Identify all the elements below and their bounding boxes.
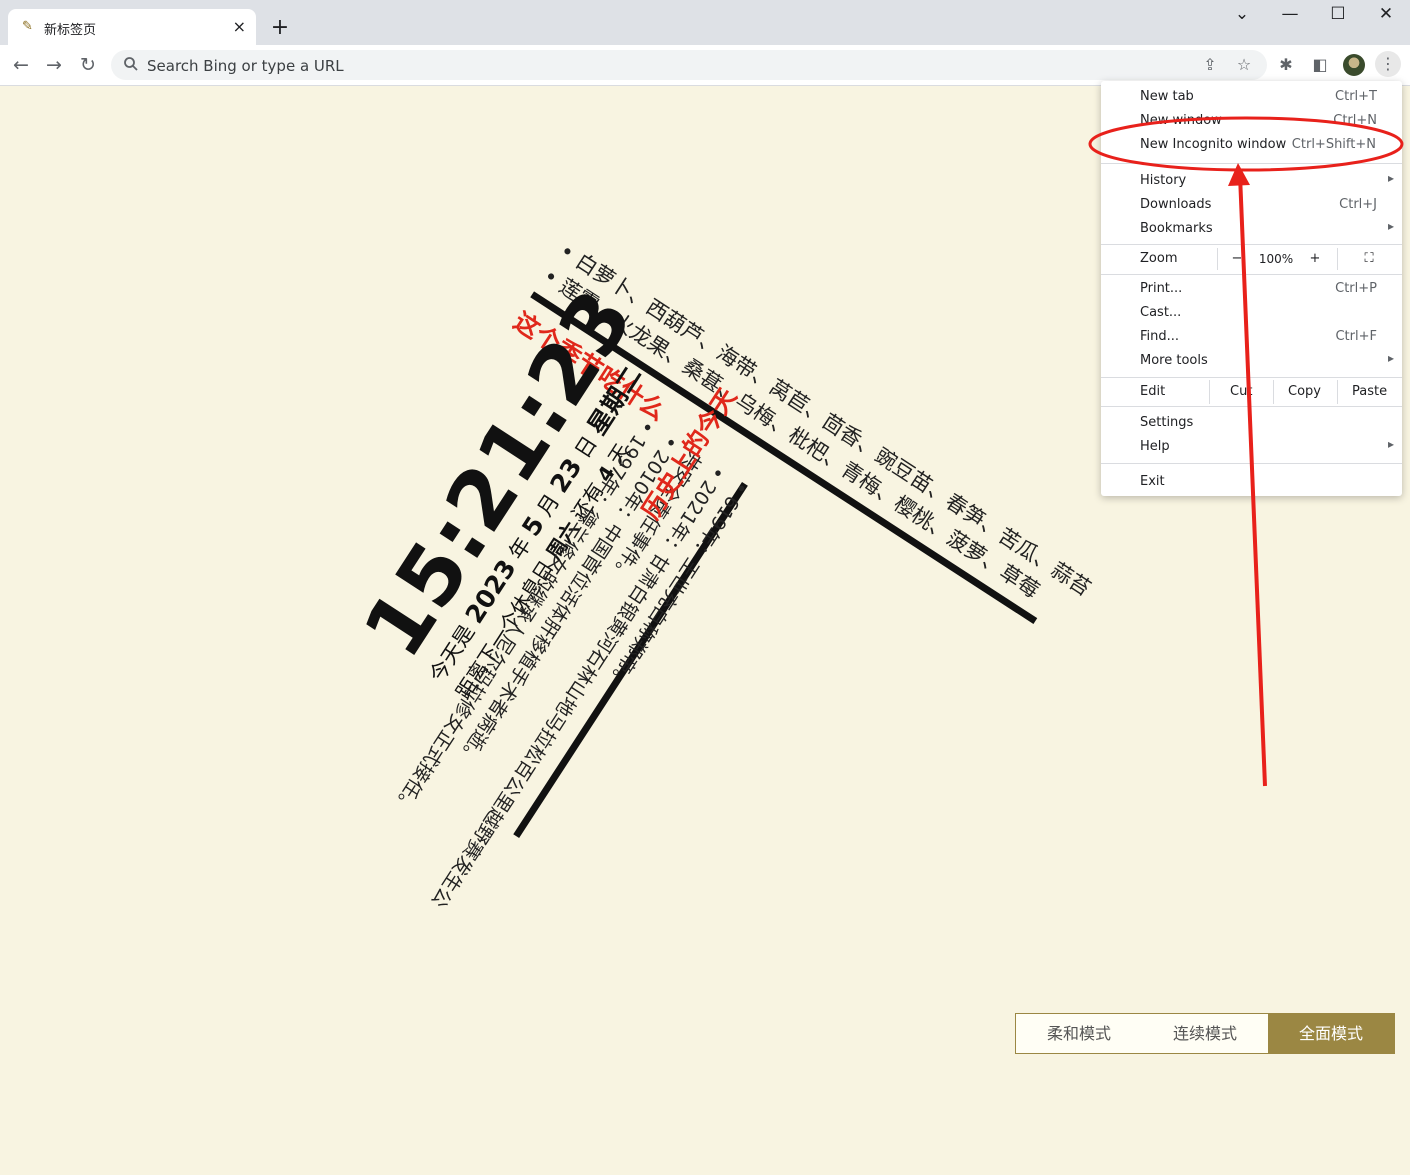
reload-button[interactable]: ↻ xyxy=(76,53,100,77)
menu-kebab-icon[interactable]: ⋮ xyxy=(1375,51,1401,77)
menu-separator xyxy=(1101,463,1402,464)
menu-item-shortcut: Ctrl+Shift+N xyxy=(1291,137,1376,152)
menu-item-shortcut: Ctrl+J xyxy=(1339,197,1377,212)
submenu-arrow-icon: ▸ xyxy=(1387,437,1394,451)
menu-item-label: Exit xyxy=(1140,474,1165,489)
submenu-arrow-icon: ▸ xyxy=(1387,219,1394,233)
menu-item-label: New Incognito window xyxy=(1140,137,1287,152)
tab-title: 新标签页 xyxy=(44,23,97,38)
zoom-divider xyxy=(1217,248,1218,270)
menu-print[interactable]: Print... Ctrl+P xyxy=(1101,277,1402,301)
menu-new-window[interactable]: New window Ctrl+N xyxy=(1101,109,1402,133)
menu-item-label: More tools xyxy=(1140,353,1208,368)
menu-history[interactable]: History ▸ xyxy=(1101,169,1402,193)
extensions-icon[interactable]: ✱ xyxy=(1276,55,1296,75)
menu-item-label: Help xyxy=(1140,439,1170,454)
paste-button[interactable]: Paste xyxy=(1352,384,1387,399)
menu-item-shortcut: Ctrl+T xyxy=(1335,89,1377,104)
zoom-divider xyxy=(1337,248,1338,270)
menu-downloads[interactable]: Downloads Ctrl+J xyxy=(1101,193,1402,217)
mode-continuous-button[interactable]: 连续模式 xyxy=(1142,1014,1268,1053)
zoom-in-button[interactable]: + xyxy=(1303,248,1327,270)
browser-toolbar: ← → ↻ ⇪ ☆ ✱ ◧ ⋮ xyxy=(0,45,1410,86)
menu-item-label: Print... xyxy=(1140,281,1183,296)
menu-more-tools[interactable]: More tools ▸ xyxy=(1101,349,1402,373)
menu-separator xyxy=(1101,406,1402,407)
menu-help[interactable]: Help ▸ xyxy=(1101,435,1402,459)
search-icon xyxy=(124,57,138,71)
menu-separator xyxy=(1101,163,1402,164)
zoom-label: Zoom xyxy=(1140,251,1178,266)
omnibox-input[interactable] xyxy=(145,50,1189,82)
tab-favicon-icon: ✎ xyxy=(22,19,33,34)
edit-label: Edit xyxy=(1140,384,1166,399)
menu-item-shortcut: Ctrl+F xyxy=(1335,329,1377,344)
edit-divider xyxy=(1337,380,1338,404)
copy-button[interactable]: Copy xyxy=(1288,384,1321,399)
submenu-arrow-icon: ▸ xyxy=(1387,351,1394,365)
chrome-main-menu: New tab Ctrl+T New window Ctrl+N New Inc… xyxy=(1101,81,1402,496)
edit-divider xyxy=(1209,380,1210,404)
mode-soft-button[interactable]: 柔和模式 xyxy=(1016,1014,1142,1053)
menu-new-incognito-window[interactable]: New Incognito window Ctrl+Shift+N xyxy=(1101,133,1402,157)
menu-item-shortcut: Ctrl+N xyxy=(1333,113,1377,128)
back-button[interactable]: ← xyxy=(9,53,33,77)
side-panel-icon[interactable]: ◧ xyxy=(1310,55,1330,75)
tab-close-icon[interactable]: × xyxy=(233,17,246,36)
forward-button[interactable]: → xyxy=(42,53,66,77)
menu-item-label: History xyxy=(1140,173,1187,188)
menu-new-tab[interactable]: New tab Ctrl+T xyxy=(1101,85,1402,109)
tab-strip: ✎ 新标签页 × + ⌄ — ☐ ✕ xyxy=(0,0,1410,45)
menu-separator xyxy=(1101,377,1402,378)
menu-zoom-row: Zoom − 100% + ⛶ xyxy=(1101,248,1402,270)
menu-item-label: Downloads xyxy=(1140,197,1212,212)
menu-cast[interactable]: Cast... xyxy=(1101,301,1402,325)
minimize-button[interactable]: — xyxy=(1270,4,1310,24)
cut-button[interactable]: Cut xyxy=(1230,384,1252,399)
menu-find[interactable]: Find... Ctrl+F xyxy=(1101,325,1402,349)
menu-item-label: New window xyxy=(1140,113,1222,128)
menu-item-label: Cast... xyxy=(1140,305,1182,320)
tab-newtab[interactable]: ✎ 新标签页 × xyxy=(8,9,256,45)
menu-item-shortcut: Ctrl+P xyxy=(1335,281,1377,296)
menu-item-label: New tab xyxy=(1140,89,1194,104)
menu-item-label: Find... xyxy=(1140,329,1180,344)
share-icon[interactable]: ⇪ xyxy=(1201,56,1219,74)
zoom-out-button[interactable]: − xyxy=(1225,248,1249,270)
tab-search-icon[interactable]: ⌄ xyxy=(1222,4,1262,24)
profile-avatar[interactable] xyxy=(1343,54,1365,76)
mode-full-button[interactable]: 全面模式 xyxy=(1268,1014,1394,1053)
menu-edit-row: Edit Cut Copy Paste xyxy=(1101,380,1402,404)
close-window-button[interactable]: ✕ xyxy=(1366,4,1406,24)
fullscreen-icon[interactable]: ⛶ xyxy=(1357,248,1381,270)
menu-item-label: Settings xyxy=(1140,415,1194,430)
maximize-button[interactable]: ☐ xyxy=(1318,4,1358,24)
new-tab-button[interactable]: + xyxy=(266,15,294,43)
bookmark-star-icon[interactable]: ☆ xyxy=(1235,56,1253,74)
menu-separator xyxy=(1101,244,1402,245)
menu-item-label: Bookmarks xyxy=(1140,221,1213,236)
address-bar[interactable]: ⇪ ☆ xyxy=(111,50,1267,82)
menu-exit[interactable]: Exit xyxy=(1101,470,1402,494)
zoom-value: 100% xyxy=(1258,252,1294,266)
edit-divider xyxy=(1273,380,1274,404)
menu-bookmarks[interactable]: Bookmarks ▸ xyxy=(1101,217,1402,241)
submenu-arrow-icon: ▸ xyxy=(1387,171,1394,185)
menu-separator xyxy=(1101,274,1402,275)
mode-switcher: 柔和模式 连续模式 全面模式 xyxy=(1015,1013,1395,1054)
menu-settings[interactable]: Settings xyxy=(1101,411,1402,435)
